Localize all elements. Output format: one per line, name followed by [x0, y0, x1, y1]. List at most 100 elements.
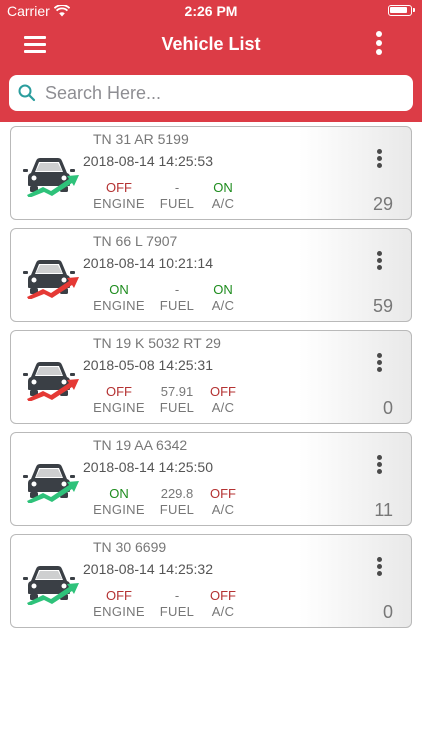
engine-value: OFF: [106, 384, 132, 399]
search-input[interactable]: [45, 82, 385, 104]
ac-status: OFF A/C: [205, 486, 241, 518]
page-title: Vehicle List: [161, 34, 261, 54]
engine-status: ON ENGINE: [91, 486, 147, 518]
fuel-status: - FUEL: [155, 282, 199, 314]
card-more-button[interactable]: [377, 557, 383, 577]
fuel-value: -: [174, 588, 180, 603]
last-update-timestamp: 2018-05-08 14:25:31: [83, 357, 213, 373]
ac-status: ON A/C: [205, 180, 241, 212]
vehicle-count: 59: [372, 296, 393, 316]
dot-icon: [377, 571, 382, 576]
ac-label: A/C: [211, 400, 235, 415]
engine-value: ON: [109, 486, 129, 501]
search-bar: [0, 66, 422, 122]
vehicle-count: 0: [382, 602, 393, 622]
vehicle-card[interactable]: TN 31 AR 5199 2018-08-14 14:25:53 OFF EN…: [10, 126, 412, 220]
more-options-button[interactable]: [374, 30, 384, 58]
engine-label: ENGINE: [93, 298, 145, 313]
dot-icon: [377, 360, 382, 365]
card-more-button[interactable]: [377, 149, 383, 169]
engine-status: ON ENGINE: [91, 282, 147, 314]
engine-value: ON: [109, 282, 129, 297]
engine-value: OFF: [106, 180, 132, 195]
vehicle-plate: TN 19 AA 6342: [93, 437, 188, 453]
last-update-timestamp: 2018-08-14 14:25:53: [83, 153, 213, 169]
search-box[interactable]: [9, 75, 413, 111]
clock: 2:26 PM: [184, 3, 238, 19]
vehicle-card[interactable]: TN 66 L 7907 2018-08-14 10:21:14 ON ENGI…: [10, 228, 412, 322]
dot-icon: [377, 564, 382, 569]
vehicle-count: 0: [382, 398, 393, 418]
fuel-status: - FUEL: [155, 588, 199, 620]
dot-icon: [376, 49, 382, 55]
last-update-timestamp: 2018-08-14 14:25:50: [83, 459, 213, 475]
engine-label: ENGINE: [93, 400, 145, 415]
fuel-status: 229.8 FUEL: [155, 486, 199, 518]
vehicle-plate: TN 31 AR 5199: [93, 131, 189, 147]
ac-value: ON: [213, 282, 233, 297]
fuel-status: 57.91 FUEL: [155, 384, 199, 416]
dot-icon: [377, 163, 382, 168]
fuel-value: 229.8: [160, 486, 194, 501]
car-trend-icon: [23, 362, 79, 401]
engine-label: ENGINE: [93, 604, 145, 619]
ac-label: A/C: [211, 298, 235, 313]
fuel-value: -: [174, 282, 180, 297]
engine-status: OFF ENGINE: [91, 588, 147, 620]
engine-label: ENGINE: [93, 502, 145, 517]
ac-value: ON: [213, 180, 233, 195]
dot-icon: [377, 258, 382, 263]
vehicle-card[interactable]: TN 19 K 5032 RT 29 2018-05-08 14:25:31 O…: [10, 330, 412, 424]
dot-icon: [377, 455, 382, 460]
vehicle-plate: TN 30 6699: [93, 539, 167, 555]
vehicle-card[interactable]: TN 30 6699 2018-08-14 14:25:32 OFF ENGIN…: [10, 534, 412, 628]
fuel-value: 57.91: [160, 384, 194, 399]
dot-icon: [377, 149, 382, 154]
ac-value: OFF: [210, 486, 236, 501]
ac-label: A/C: [211, 196, 235, 211]
vehicle-plate: TN 66 L 7907: [93, 233, 178, 249]
dot-icon: [377, 265, 382, 270]
nav-bar: Vehicle List: [0, 22, 422, 66]
dot-icon: [377, 462, 382, 467]
vehicle-card[interactable]: TN 19 AA 6342 2018-08-14 14:25:50 ON ENG…: [10, 432, 412, 526]
card-more-button[interactable]: [377, 353, 383, 373]
fuel-value: -: [174, 180, 180, 195]
fuel-label: FUEL: [159, 298, 195, 313]
fuel-label: FUEL: [159, 604, 195, 619]
dot-icon: [377, 469, 382, 474]
dot-icon: [377, 367, 382, 372]
last-update-timestamp: 2018-08-14 14:25:32: [83, 561, 213, 577]
ac-label: A/C: [211, 604, 235, 619]
engine-label: ENGINE: [93, 196, 145, 211]
dot-icon: [376, 40, 382, 46]
vehicle-count: 29: [372, 194, 393, 214]
card-more-button[interactable]: [377, 455, 383, 475]
dot-icon: [377, 156, 382, 161]
card-more-button[interactable]: [377, 251, 383, 271]
status-bar: Carrier 2:26 PM: [0, 0, 422, 22]
ac-status: OFF A/C: [205, 588, 241, 620]
fuel-label: FUEL: [159, 400, 195, 415]
battery-icon: [388, 5, 415, 16]
car-trend-icon: [23, 464, 79, 503]
fuel-label: FUEL: [159, 196, 195, 211]
engine-value: OFF: [106, 588, 132, 603]
dot-icon: [377, 557, 382, 562]
fuel-status: - FUEL: [155, 180, 199, 212]
dot-icon: [377, 353, 382, 358]
ac-status: OFF A/C: [205, 384, 241, 416]
dot-icon: [377, 251, 382, 256]
search-icon: [18, 84, 36, 102]
vehicle-count: 11: [374, 500, 393, 520]
ac-status: ON A/C: [205, 282, 241, 314]
car-trend-icon: [23, 158, 79, 197]
ac-value: OFF: [210, 384, 236, 399]
car-trend-icon: [23, 260, 79, 299]
ac-label: A/C: [211, 502, 235, 517]
last-update-timestamp: 2018-08-14 10:21:14: [83, 255, 213, 271]
engine-status: OFF ENGINE: [91, 384, 147, 416]
engine-status: OFF ENGINE: [91, 180, 147, 212]
fuel-label: FUEL: [159, 502, 195, 517]
dot-icon: [376, 31, 382, 37]
